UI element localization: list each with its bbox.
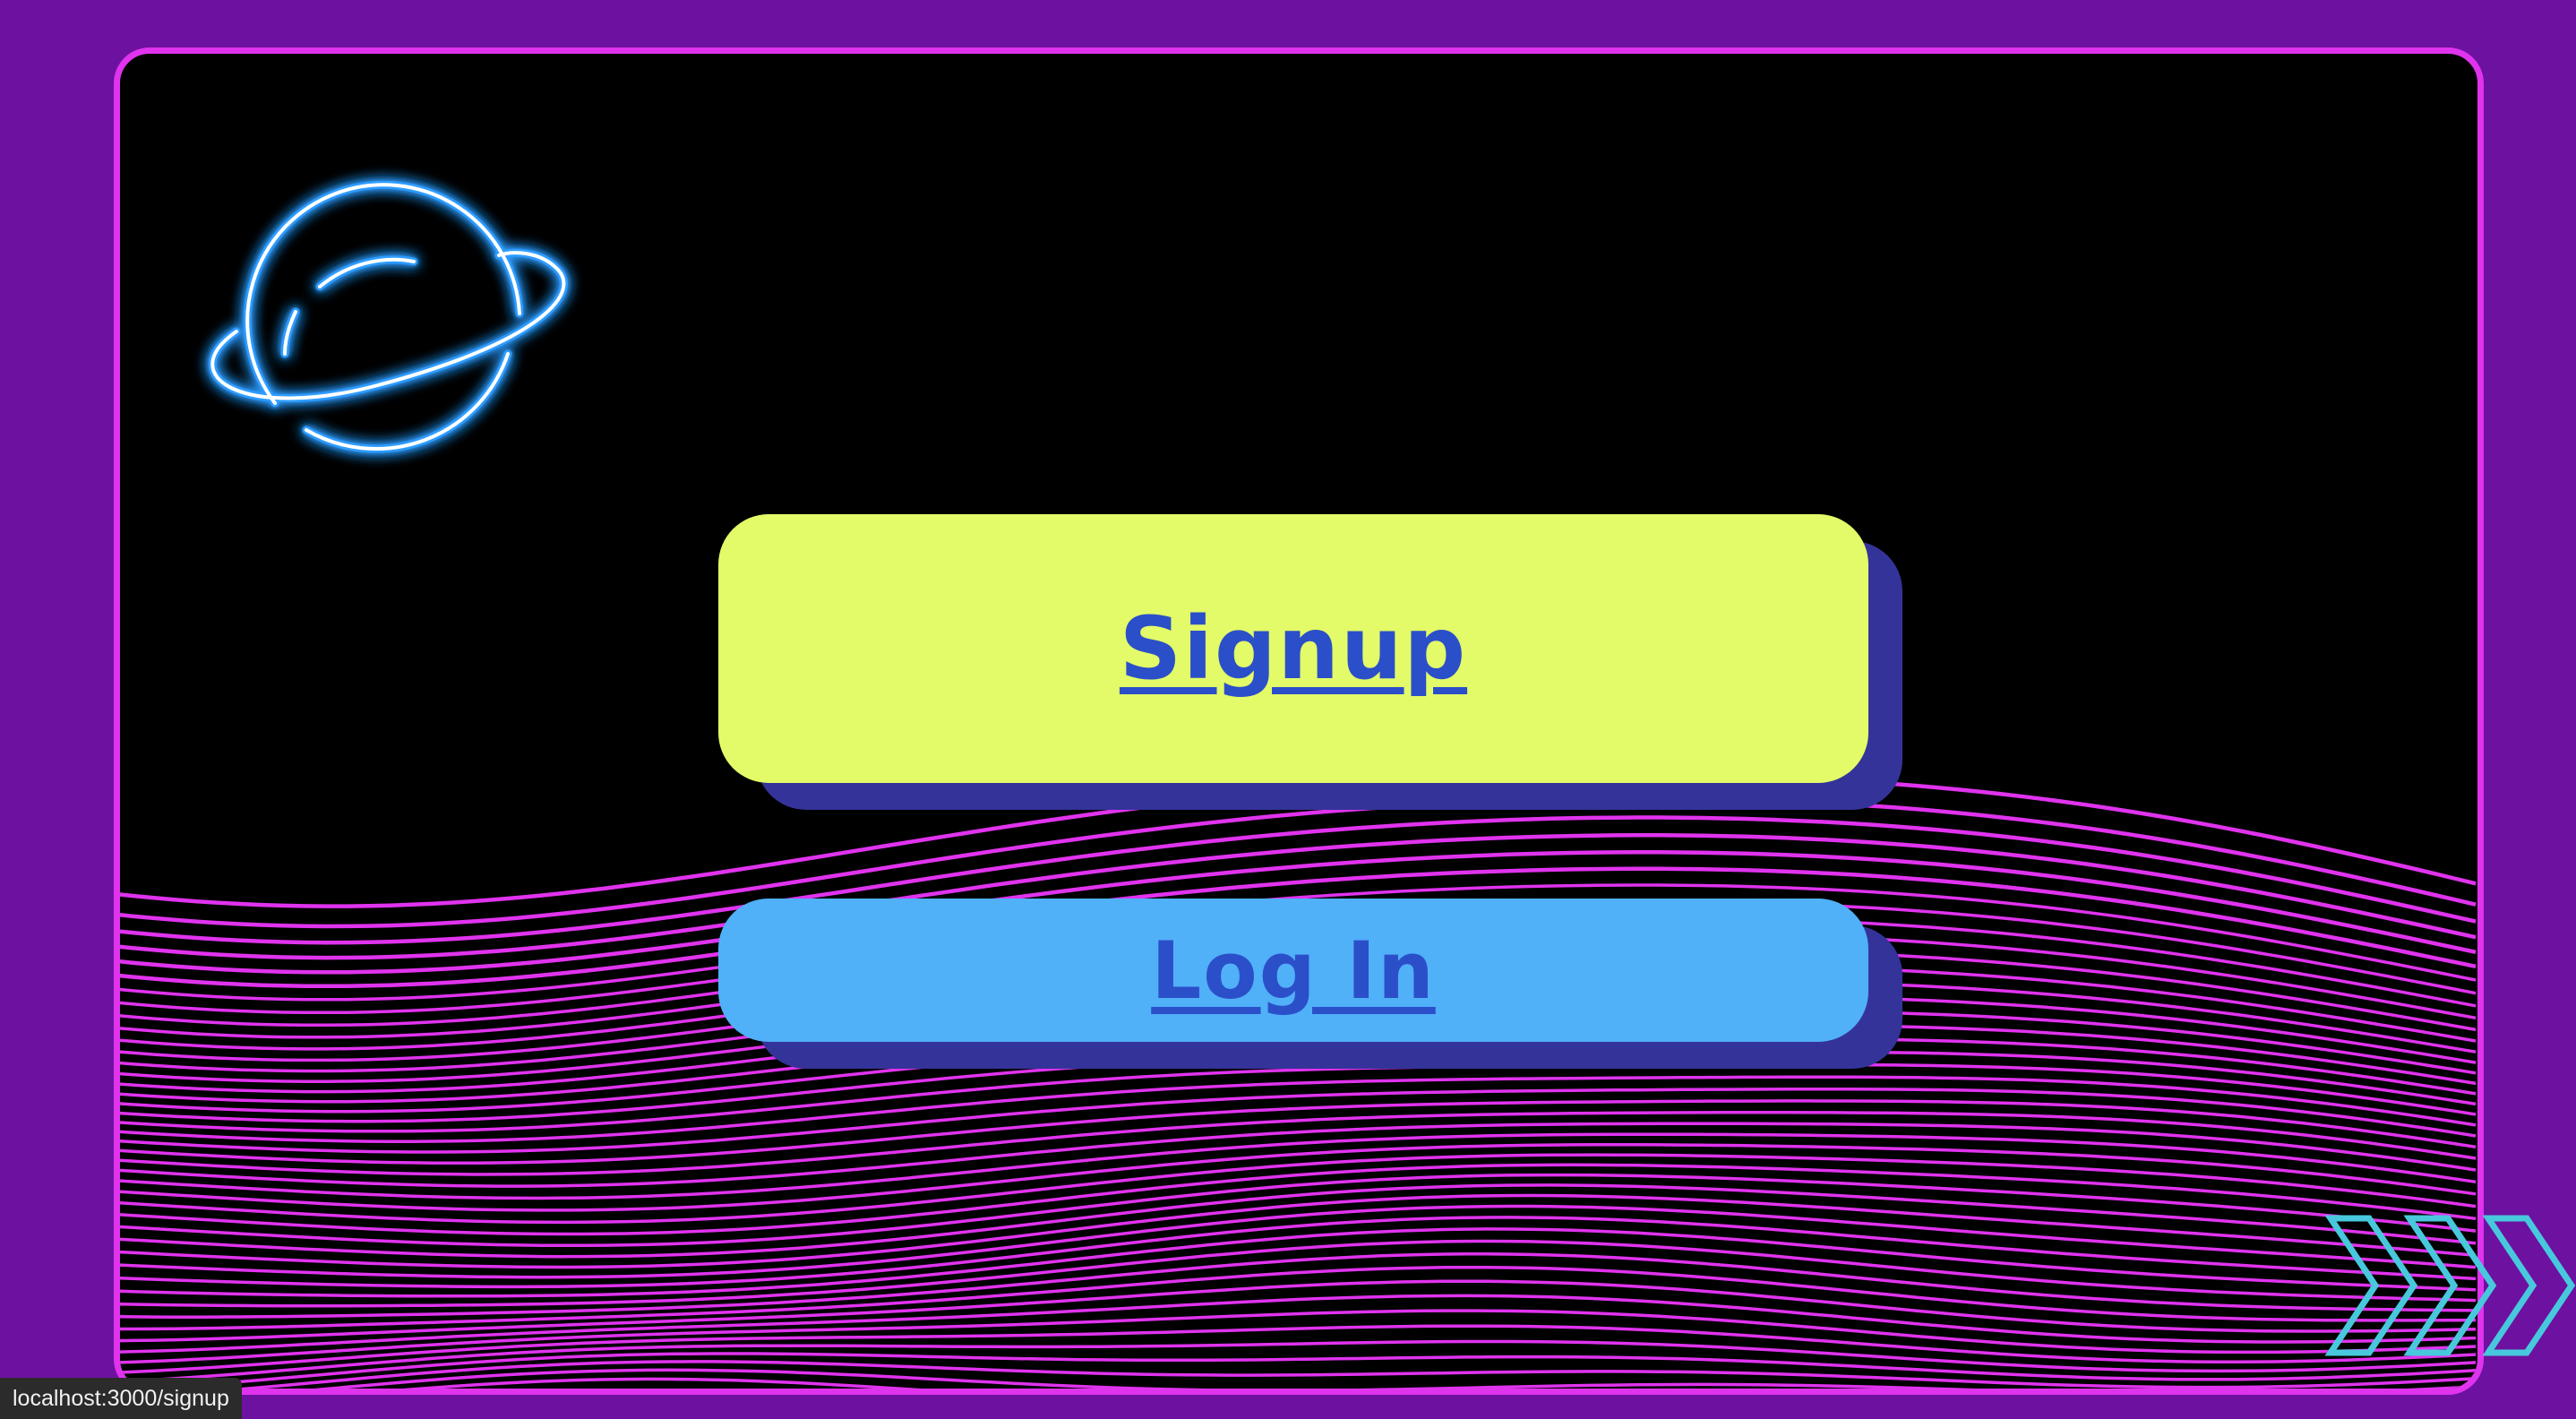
login-button-label: Log In bbox=[1151, 924, 1436, 1017]
wave-line bbox=[120, 1279, 2477, 1343]
status-bar-url: localhost:3000/signup bbox=[0, 1378, 242, 1419]
login-button-group: Log In bbox=[718, 899, 1902, 1069]
signup-button-label: Signup bbox=[1119, 598, 1468, 699]
neon-chevrons-icon bbox=[2324, 1215, 2576, 1356]
signup-button-group: Signup bbox=[718, 514, 1902, 810]
login-button[interactable]: Log In bbox=[718, 899, 1868, 1042]
signup-button[interactable]: Signup bbox=[718, 514, 1868, 783]
neon-planet-icon bbox=[208, 180, 568, 453]
signup-page: Signup Log In localhost:3000/signup bbox=[0, 0, 2576, 1419]
